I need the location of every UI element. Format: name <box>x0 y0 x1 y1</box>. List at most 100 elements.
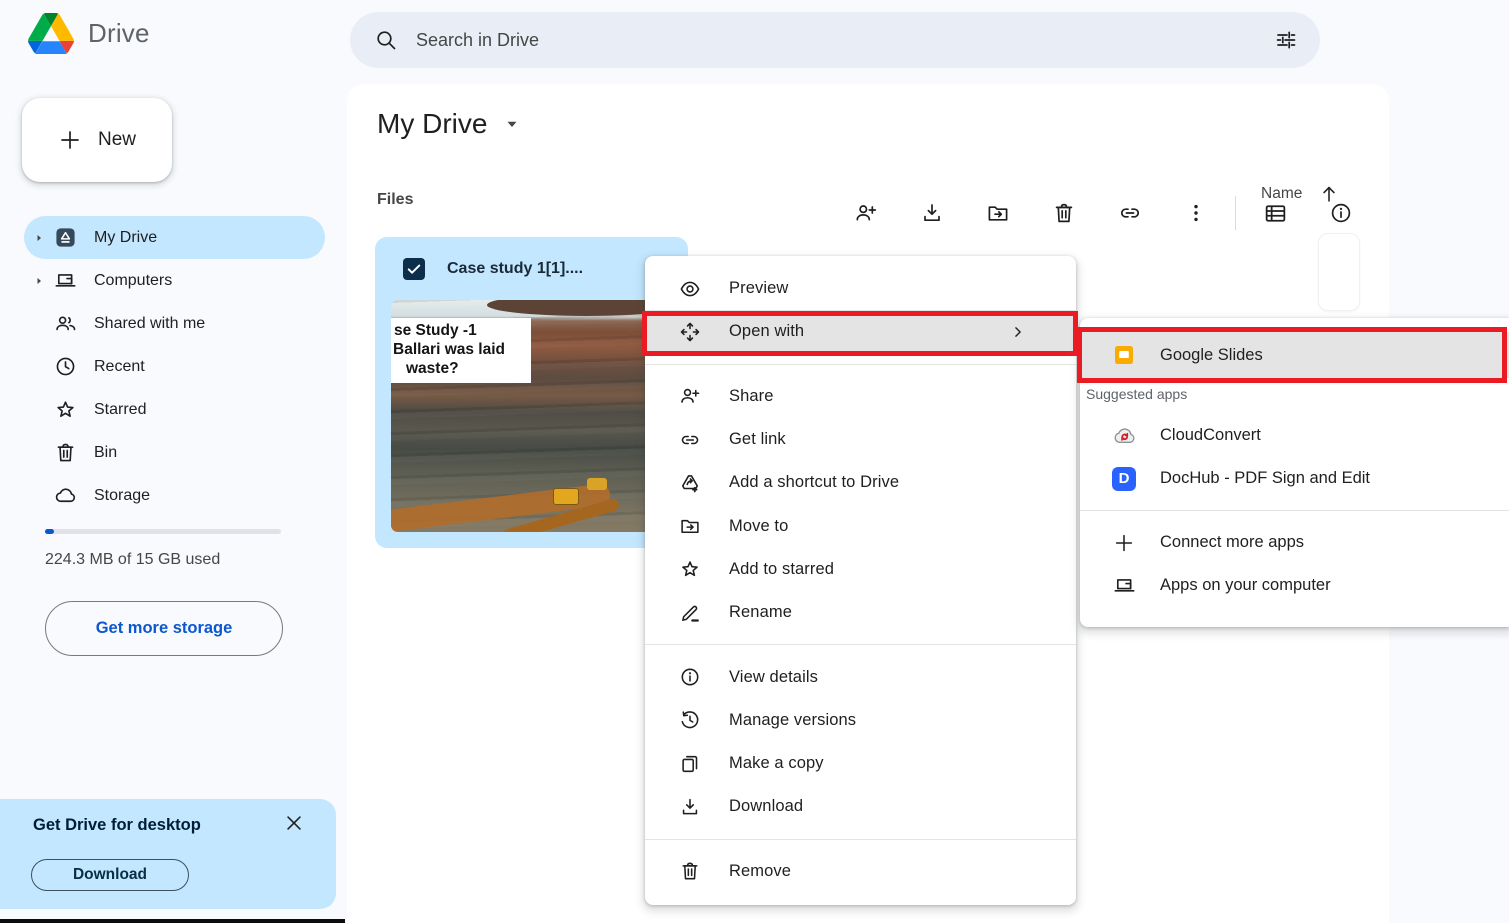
submenu-item-label: Connect more apps <box>1160 533 1304 552</box>
my-drive-icon <box>52 226 78 249</box>
banner-title: Get Drive for desktop <box>33 816 201 835</box>
page-title-dropdown[interactable]: My Drive <box>377 108 521 140</box>
submenu-item-dochub[interactable]: D DocHub - PDF Sign and Edit <box>1080 457 1509 500</box>
info-icon <box>678 666 702 688</box>
search-icon[interactable] <box>374 28 398 52</box>
menu-item-move-to[interactable]: Move to <box>645 504 1076 547</box>
menu-item-label: Add to starred <box>729 560 834 579</box>
thumbnail-caption-line: se Study -1 <box>394 321 525 340</box>
search-options-icon[interactable] <box>1274 28 1298 52</box>
link-icon <box>678 429 702 451</box>
menu-item-manage-versions[interactable]: Manage versions <box>645 699 1076 742</box>
drive-desktop-banner: Get Drive for desktop Download <box>0 799 336 909</box>
move-to-folder-button[interactable] <box>965 190 1031 236</box>
arrow-up-icon[interactable] <box>1318 183 1340 205</box>
files-section-label: Files <box>377 191 413 209</box>
expand-caret-icon[interactable] <box>32 275 46 287</box>
sidebar-item-label: Recent <box>94 358 145 376</box>
close-icon[interactable] <box>280 809 308 837</box>
delete-button[interactable] <box>1031 190 1097 236</box>
suggested-apps-label: Suggested apps <box>1086 386 1509 404</box>
menu-item-label: Remove <box>729 862 791 881</box>
plus-icon <box>1111 532 1137 554</box>
eye-icon <box>678 278 702 300</box>
clock-icon <box>52 355 78 378</box>
menu-item-label: Preview <box>729 279 788 298</box>
app-title: Drive <box>88 18 150 49</box>
menu-item-label: Move to <box>729 517 788 536</box>
menu-item-share[interactable]: Share <box>645 375 1076 418</box>
person-add-icon <box>678 385 702 407</box>
sidebar-item-recent[interactable]: Recent <box>24 345 325 388</box>
selected-checkbox[interactable] <box>403 258 425 280</box>
menu-item-view-details[interactable]: View details <box>645 655 1076 698</box>
pencil-icon <box>678 602 702 624</box>
scroll-ghost-panel <box>1318 233 1360 311</box>
window-edge <box>0 919 345 923</box>
open-with-icon <box>678 321 702 343</box>
menu-item-label: Manage versions <box>729 711 856 730</box>
sidebar-item-storage[interactable]: Storage <box>24 474 325 517</box>
submenu-item-apps-on-your-computer[interactable]: Apps on your computer <box>1080 564 1509 607</box>
sidebar-item-shared-with-me[interactable]: Shared with me <box>24 302 325 345</box>
sidebar-item-bin[interactable]: Bin <box>24 431 325 474</box>
menu-separator <box>645 644 1076 645</box>
get-link-button[interactable] <box>1097 190 1163 236</box>
sidebar-item-label: Bin <box>94 444 117 462</box>
search-input[interactable]: Search in Drive <box>416 30 1274 51</box>
trash-icon <box>678 860 702 882</box>
toolbar-divider <box>1235 196 1236 230</box>
file-card-case-study[interactable]: Case study 1[1].... se Study -1 Ballari … <box>375 237 688 548</box>
menu-item-preview[interactable]: Preview <box>645 267 1076 310</box>
copy-icon <box>678 753 702 775</box>
menu-separator <box>645 839 1076 840</box>
sort-by-name-control[interactable]: Name <box>1261 183 1340 205</box>
submenu-item-cloudconvert[interactable]: CloudConvert <box>1080 414 1509 457</box>
menu-item-open-with[interactable]: Open with <box>645 310 1076 353</box>
share-person-add-button[interactable] <box>833 190 899 236</box>
menu-item-add-to-starred[interactable]: Add to starred <box>645 548 1076 591</box>
sidebar-item-label: Shared with me <box>94 315 205 333</box>
search-bar[interactable]: Search in Drive <box>350 12 1320 68</box>
sidebar-item-label: Storage <box>94 487 150 505</box>
new-button[interactable]: New <box>22 98 172 182</box>
menu-item-label: Make a copy <box>729 754 824 773</box>
menu-item-label: View details <box>729 668 818 687</box>
drive-logo-icon[interactable] <box>28 13 74 54</box>
sidebar-item-my-drive[interactable]: My Drive <box>24 216 325 259</box>
get-more-storage-button[interactable]: Get more storage <box>45 601 283 656</box>
menu-item-label: Share <box>729 387 774 406</box>
menu-item-download[interactable]: Download <box>645 785 1076 828</box>
menu-item-label: Download <box>729 797 803 816</box>
file-title: Case study 1[1].... <box>447 260 583 278</box>
star-icon <box>678 558 702 580</box>
sidebar-item-computers[interactable]: Computers <box>24 259 325 302</box>
page-title: My Drive <box>377 108 487 140</box>
thumbnail-excavator <box>587 478 607 490</box>
submenu-item-google-slides[interactable]: Google Slides <box>1080 332 1509 378</box>
thumbnail-caption-box: se Study -1 Ballari was laid waste? <box>391 318 531 383</box>
sort-label: Name <box>1261 185 1302 203</box>
menu-item-make-a-copy[interactable]: Make a copy <box>645 742 1076 785</box>
cloudconvert-icon <box>1111 423 1137 448</box>
banner-download-button[interactable]: Download <box>31 859 189 891</box>
sidebar-item-label: Computers <box>94 272 172 290</box>
menu-item-rename[interactable]: Rename <box>645 591 1076 634</box>
history-icon <box>678 709 702 731</box>
thumbnail-caption-line: Ballari was laid <box>393 340 525 359</box>
open-with-submenu: Google Slides Suggested apps CloudConver… <box>1080 318 1509 627</box>
app-logo-row: Drive <box>28 13 150 54</box>
file-thumbnail: se Study -1 Ballari was laid waste? <box>391 300 674 532</box>
expand-caret-icon[interactable] <box>32 232 46 244</box>
sidebar-item-starred[interactable]: Starred <box>24 388 325 431</box>
menu-item-add-shortcut[interactable]: Add a shortcut to Drive <box>645 461 1076 504</box>
cloud-icon <box>52 484 78 507</box>
submenu-item-label: Google Slides <box>1160 346 1263 365</box>
sidebar-item-label: My Drive <box>94 229 157 247</box>
menu-item-remove[interactable]: Remove <box>645 850 1076 893</box>
menu-item-label: Open with <box>729 322 804 341</box>
download-button[interactable] <box>899 190 965 236</box>
submenu-item-connect-more-apps[interactable]: Connect more apps <box>1080 521 1509 564</box>
menu-item-get-link[interactable]: Get link <box>645 418 1076 461</box>
more-actions-button[interactable] <box>1163 190 1229 236</box>
